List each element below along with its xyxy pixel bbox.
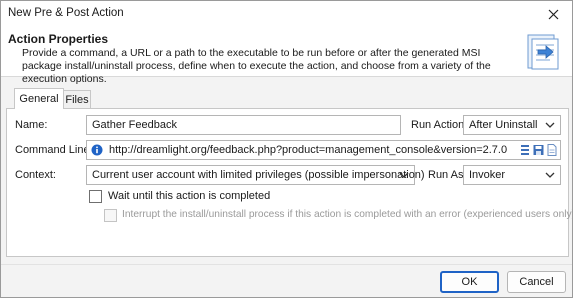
wait-checkbox[interactable] [89,190,102,203]
title-bar: New Pre & Post Action [1,1,572,27]
command-line-label: Command Line: [15,144,93,156]
chevron-down-icon [399,172,409,178]
save-icon[interactable] [533,144,544,156]
run-action-value: After Uninstall [469,119,538,131]
ok-button[interactable]: OK [440,271,499,293]
action-document-icon [526,33,560,74]
context-value: Current user account with limited privil… [92,169,425,181]
footer-divider [1,264,572,265]
file-icon[interactable] [547,144,557,156]
wait-label: Wait until this action is completed [108,190,271,202]
close-button[interactable] [544,5,562,23]
chevron-down-icon [545,172,555,178]
close-icon [548,9,558,19]
interrupt-label: Interrupt the install/uninstall process … [122,209,573,220]
name-field[interactable]: Gather Feedback [86,115,401,135]
info-icon [91,144,103,156]
header-panel: Action Properties Provide a command, a U… [1,27,572,85]
command-line-value: http://dreamlight.org/feedback.php?produ… [109,144,508,156]
dialog-window: New Pre & Post Action Action Properties … [0,0,573,298]
run-as-value: Invoker [469,169,506,181]
command-line-field[interactable]: http://dreamlight.org/feedback.php?produ… [86,140,561,160]
context-label: Context: [15,169,56,181]
run-action-select[interactable]: After Uninstall [463,115,561,135]
header-description: Provide a command, a URL or a path to th… [22,47,491,85]
run-action-label: Run Action: [411,119,468,131]
context-select[interactable]: Current user account with limited privil… [86,165,425,185]
run-as-select[interactable]: Invoker [463,165,561,185]
run-as-label: Run As: [428,169,467,181]
general-tab-panel: Name: Gather Feedback Run Action: After … [6,108,573,257]
window-title: New Pre & Post Action [8,7,124,19]
name-value: Gather Feedback [92,119,177,131]
tab-general[interactable]: General [14,88,64,109]
chevron-down-icon [545,122,555,128]
list-icon[interactable] [520,144,530,156]
name-label: Name: [15,119,48,131]
tab-files[interactable]: Files [64,90,91,109]
interrupt-checkbox[interactable] [104,209,117,222]
header-title: Action Properties [8,32,109,46]
cancel-button[interactable]: Cancel [507,271,566,293]
